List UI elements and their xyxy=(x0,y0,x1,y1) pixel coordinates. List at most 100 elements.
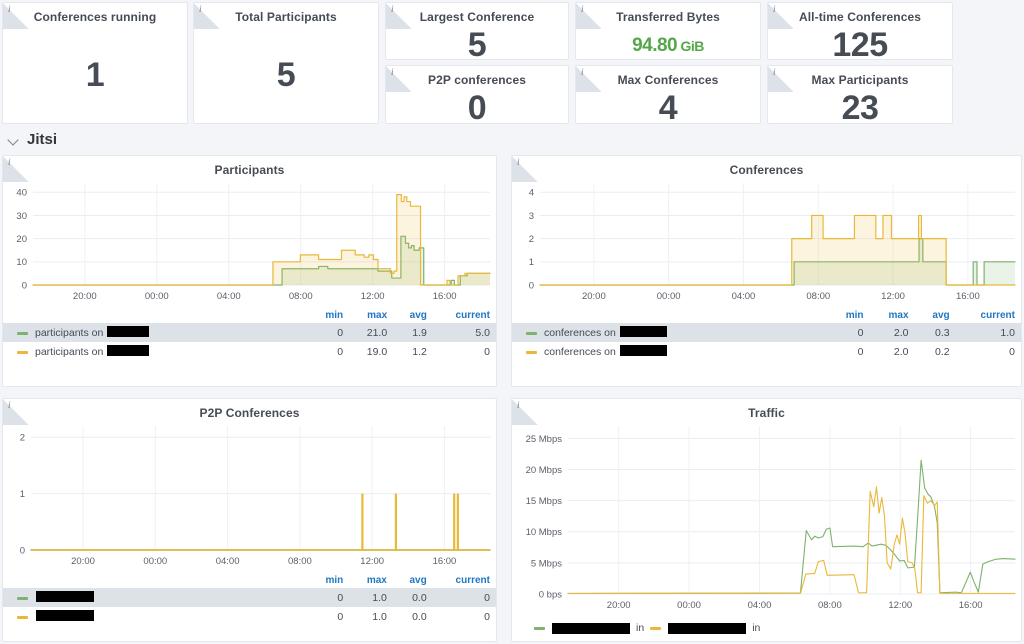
legend-color-swatch xyxy=(650,626,662,630)
x-axis-tick-label: 16:00 xyxy=(433,556,457,567)
info-icon[interactable] xyxy=(194,3,220,29)
info-icon[interactable] xyxy=(386,66,412,92)
y-axis-tick-label: 1 xyxy=(20,489,25,500)
info-icon[interactable] xyxy=(386,3,412,29)
legend-max-value: 2.0 xyxy=(893,326,909,339)
legend-row[interactable]: participants on 0 19.0 1.2 0 xyxy=(3,342,496,361)
stat-panel-transferred-bytes: Transferred Bytes 94.80 GiB xyxy=(575,2,761,60)
legend-min-value: 0 xyxy=(337,345,344,358)
stat-title: Conferences running xyxy=(33,10,157,24)
info-icon[interactable] xyxy=(3,3,29,29)
stat-title: Total Participants xyxy=(235,10,337,24)
legend-min-value: 0 xyxy=(857,326,864,339)
panel-title: Conferences xyxy=(729,163,804,177)
stat-panel-max-conferences: Max Conferences 4 xyxy=(575,65,761,124)
legend-series-label[interactable]: conferences on xyxy=(512,323,828,342)
legend-row[interactable]: 0 1.0 0.0 0 xyxy=(3,607,496,626)
legend-min-value: 0 xyxy=(337,610,344,623)
legend-color-swatch xyxy=(526,350,537,354)
legend-avg-value: 0.0 xyxy=(412,610,427,623)
legend-min-header[interactable]: min xyxy=(828,309,870,323)
legend-min-value: 0 xyxy=(337,326,344,339)
y-axis-tick-label: 2 xyxy=(529,234,534,245)
legend-series-header xyxy=(3,574,309,588)
legend-avg-value: 1.2 xyxy=(412,345,427,358)
legend-series-label[interactable]: participants on xyxy=(3,323,309,342)
y-axis-tick-label: 1 xyxy=(529,257,534,268)
traffic-graph[interactable]: 0 bps 5 Mbps 10 Mbps 15 Mbps 20 Mbps 25 Mbps 2… xyxy=(512,420,1021,616)
panel-conferences: Conferences 0 1 2 3 4 20:00 00:00 04:00 08:00 12:… xyxy=(511,155,1022,387)
panel-participants: Participants 0 10 20 30 40 20:00 00:00 04:00 08:… xyxy=(2,155,497,387)
legend-avg-value: 0.3 xyxy=(935,326,950,339)
x-axis-tick-label: 16:00 xyxy=(959,600,983,611)
stat-title: Max Conferences xyxy=(617,73,719,87)
legend-item[interactable]: in xyxy=(650,622,760,634)
legend-avg-header[interactable]: avg xyxy=(915,309,956,323)
info-icon[interactable] xyxy=(768,66,794,92)
x-axis-tick-label: 12:00 xyxy=(360,556,384,567)
x-axis-tick-label: 04:00 xyxy=(748,600,772,611)
legend-row[interactable]: conferences on 0 2.0 0.2 0 xyxy=(512,342,1021,361)
legend-min-header[interactable]: min xyxy=(309,309,349,323)
participants-graph[interactable]: 0 10 20 30 40 20:00 00:00 04:00 08:00 12:00 16:00 xyxy=(3,177,496,307)
legend-row[interactable]: 0 1.0 0.0 0 xyxy=(3,588,496,607)
legend-current-header[interactable]: current xyxy=(956,309,1021,323)
legend-table: min max avg current 0 1.0 0.0 0 0 1.0 0.0 0 xyxy=(3,574,496,626)
info-icon[interactable] xyxy=(576,3,602,29)
y-axis-tick-label: 0 xyxy=(20,545,25,556)
legend-max-header[interactable]: max xyxy=(349,309,393,323)
legend-series-header xyxy=(3,309,309,323)
legend-max-header[interactable]: max xyxy=(349,574,393,588)
stat-title: Transferred Bytes xyxy=(616,10,720,24)
stat-panel-conferences-running: Conferences running 1 xyxy=(2,2,188,124)
panel-title: Participants xyxy=(214,163,285,177)
stat-title: Max Participants xyxy=(811,73,909,87)
y-axis-tick-label: 25 Mbps xyxy=(526,434,563,445)
legend-current-header[interactable]: current xyxy=(433,574,496,588)
y-axis-tick-label: 15 Mbps xyxy=(526,496,563,507)
info-icon[interactable] xyxy=(576,66,602,92)
dashboard-row-jitsi[interactable]: Jitsi xyxy=(8,131,57,148)
legend-label-text: in xyxy=(752,622,761,634)
legend-color-swatch xyxy=(526,331,537,335)
legend-header-row: min max avg current xyxy=(3,309,496,323)
legend-current-header[interactable]: current xyxy=(433,309,496,323)
legend-max-value: 19.0 xyxy=(366,345,388,358)
legend-item[interactable]: in xyxy=(534,622,644,634)
panel-title: P2P Conferences xyxy=(199,406,300,420)
stat-panel-largest-conference: Largest Conference 5 xyxy=(385,2,569,60)
legend-label-text: participants on xyxy=(35,346,107,359)
legend-row[interactable]: participants on 0 21.0 1.9 5.0 xyxy=(3,323,496,343)
legend-series-label[interactable] xyxy=(3,607,309,626)
legend-avg-header[interactable]: avg xyxy=(393,309,433,323)
legend-label-text: participants on xyxy=(35,327,107,340)
series-line xyxy=(567,486,1016,595)
legend-series-label[interactable]: participants on xyxy=(3,342,309,361)
y-axis-tick-label: 2 xyxy=(20,433,25,444)
legend-series-label[interactable]: conferences on xyxy=(512,342,828,361)
legend-min-header[interactable]: min xyxy=(309,574,350,588)
series-line xyxy=(567,459,1016,594)
x-axis-tick-label: 04:00 xyxy=(216,556,240,567)
redacted-hostname xyxy=(107,326,150,337)
x-axis-tick-label: 12:00 xyxy=(361,291,385,302)
legend-avg-value: 0.0 xyxy=(412,591,427,604)
legend-row[interactable]: conferences on 0 2.0 0.3 1.0 xyxy=(512,323,1021,343)
y-axis-tick-label: 10 xyxy=(16,257,27,268)
stat-value: 4 xyxy=(658,89,678,124)
legend-avg-header[interactable]: avg xyxy=(393,574,433,588)
y-axis-tick-label: 3 xyxy=(529,211,534,222)
legend-min-value: 0 xyxy=(857,345,864,358)
legend-color-swatch xyxy=(17,350,28,354)
legend-series-label[interactable] xyxy=(3,588,309,607)
series-area xyxy=(33,236,490,285)
x-axis-tick-label: 08:00 xyxy=(289,291,313,302)
chevron-down-icon[interactable] xyxy=(8,134,20,146)
legend-max-header[interactable]: max xyxy=(869,309,914,323)
conferences-graph[interactable]: 0 1 2 3 4 20:00 00:00 04:00 08:00 12:00 16:00 xyxy=(512,177,1021,307)
p2p-conferences-graph[interactable]: 0 1 2 20:00 00:00 04:00 08:00 12:00 16:00 xyxy=(3,420,496,572)
redacted-hostname xyxy=(619,345,667,357)
legend-current-value: 5.0 xyxy=(475,326,490,339)
legend-series-header xyxy=(512,309,828,323)
info-icon[interactable] xyxy=(768,3,794,29)
